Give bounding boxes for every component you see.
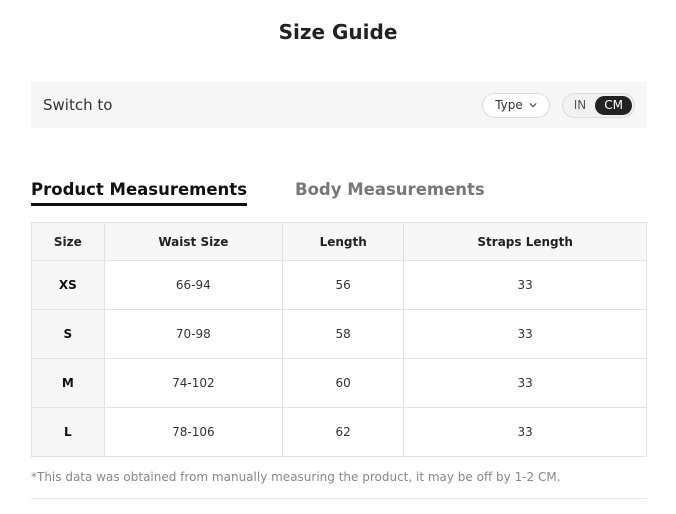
size-table: Size Waist Size Length Straps Length XS … — [31, 222, 647, 457]
type-select-value: Type — [495, 98, 523, 112]
straps-length-cell: 33 — [403, 407, 647, 457]
waist-cell: 74-102 — [103, 358, 284, 408]
length-cell: 56 — [282, 260, 405, 310]
length-cell: 58 — [282, 309, 405, 359]
unit-option-in[interactable]: IN — [565, 96, 596, 115]
table-header-row: Size Waist Size Length Straps Length — [31, 222, 647, 261]
type-select[interactable]: Type — [482, 92, 550, 118]
chevron-down-icon — [529, 103, 537, 108]
straps-length-cell: 33 — [403, 260, 647, 310]
column-header: Straps Length — [403, 222, 647, 261]
column-header: Waist Size — [103, 222, 284, 261]
measurement-tabs: Product Measurements Body Measurements — [31, 180, 485, 206]
table-row: S 70-98 58 33 — [31, 309, 647, 359]
tab-body-measurements[interactable]: Body Measurements — [295, 180, 485, 206]
length-cell: 62 — [282, 407, 405, 457]
straps-length-cell: 33 — [403, 309, 647, 359]
table-row: L 78-106 62 33 — [31, 407, 647, 457]
unit-switch-bar: Switch to Type IN CM — [31, 82, 647, 128]
size-cell: L — [31, 407, 105, 457]
page-title: Size Guide — [278, 20, 398, 44]
table-row: XS 66-94 56 33 — [31, 260, 647, 310]
unit-toggle: IN CM — [561, 92, 635, 118]
size-cell: S — [31, 309, 105, 359]
column-header: Size — [31, 222, 105, 261]
length-cell: 60 — [282, 358, 405, 408]
waist-cell: 70-98 — [103, 309, 284, 359]
waist-cell: 78-106 — [103, 407, 284, 457]
divider — [31, 498, 647, 499]
table-row: M 74-102 60 33 — [31, 358, 647, 408]
measurement-note: *This data was obtained from manually me… — [31, 470, 561, 484]
column-header: Length — [282, 222, 405, 261]
straps-length-cell: 33 — [403, 358, 647, 408]
switch-label: Switch to — [43, 96, 113, 114]
size-cell: XS — [31, 260, 105, 310]
size-cell: M — [31, 358, 105, 408]
tab-product-measurements[interactable]: Product Measurements — [31, 180, 248, 206]
unit-option-cm[interactable]: CM — [595, 95, 632, 115]
waist-cell: 66-94 — [103, 260, 284, 310]
